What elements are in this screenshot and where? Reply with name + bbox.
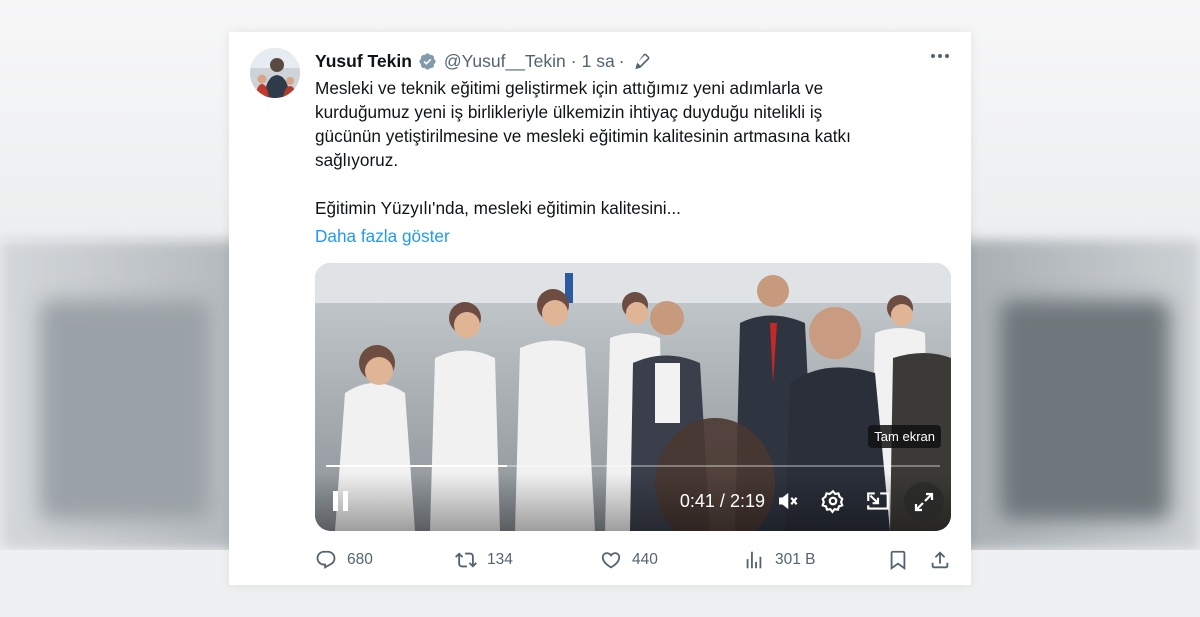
show-more-link[interactable]: Daha fazla göster <box>315 224 450 248</box>
edit-pencil-icon[interactable] <box>633 52 651 70</box>
tweet-time[interactable]: 1 sa <box>582 51 615 72</box>
views-button[interactable]: 301 B <box>743 546 816 574</box>
tweet-header: Yusuf Tekin @Yusuf__Tekin · 1 sa · <box>315 49 955 73</box>
mute-icon[interactable] <box>775 488 801 514</box>
background-blob <box>1000 300 1170 520</box>
repost-button[interactable]: 134 <box>455 546 513 574</box>
video-current-time: 0:41 <box>679 491 715 511</box>
share-button[interactable] <box>929 546 961 574</box>
video-progress-bar[interactable] <box>326 465 940 467</box>
repost-icon <box>455 552 477 568</box>
header-separator: · <box>570 50 577 71</box>
picture-in-picture-icon[interactable] <box>865 488 891 514</box>
video-time-separator: / <box>719 491 725 511</box>
reply-icon <box>316 550 336 569</box>
video-progress-fill <box>326 465 508 467</box>
views-bar-icon <box>746 551 762 569</box>
share-icon <box>931 551 949 569</box>
video-time: 0:41 / 2:19 <box>680 491 765 512</box>
bookmark-icon <box>890 550 906 571</box>
header-separator: · <box>618 50 625 71</box>
verified-badge-icon <box>418 52 437 71</box>
tweet-paragraph: Mesleki ve teknik eğitimi geliştirmek iç… <box>315 78 851 170</box>
tweet-card: Yusuf Tekin @Yusuf__Tekin · 1 sa · Mesle… <box>229 32 971 585</box>
heart-icon <box>601 552 621 569</box>
pause-icon[interactable] <box>331 491 351 513</box>
author-handle[interactable]: @Yusuf__Tekin <box>444 51 566 72</box>
video-player[interactable]: Tam ekran 0:41 / 2:19 <box>315 263 951 531</box>
reply-button[interactable]: 680 <box>315 546 373 574</box>
avatar[interactable] <box>250 48 300 98</box>
views-count: 301 B <box>775 551 816 568</box>
tweet-text: Mesleki ve teknik eğitimi geliştirmek iç… <box>315 76 955 220</box>
tweet-actions: 680 134 440 301 B <box>315 546 955 574</box>
background-blob <box>40 300 210 520</box>
more-dots-icon[interactable] <box>931 54 949 58</box>
tweet-paragraph: Eğitimin Yüzyılı'nda, mesleki eğitimin k… <box>315 198 681 218</box>
author-name[interactable]: Yusuf Tekin <box>315 51 412 72</box>
video-duration: 2:19 <box>729 491 765 511</box>
video-controls <box>315 473 951 531</box>
fullscreen-tooltip: Tam ekran <box>868 425 941 448</box>
settings-gear-icon[interactable] <box>820 488 846 514</box>
avatar-image <box>250 48 300 98</box>
like-count: 440 <box>632 551 658 568</box>
bookmark-button[interactable] <box>887 546 919 574</box>
fullscreen-button[interactable] <box>904 482 944 522</box>
like-button[interactable]: 440 <box>600 546 658 574</box>
repost-count: 134 <box>487 551 513 568</box>
expand-icon <box>914 492 934 512</box>
reply-count: 680 <box>347 551 373 568</box>
